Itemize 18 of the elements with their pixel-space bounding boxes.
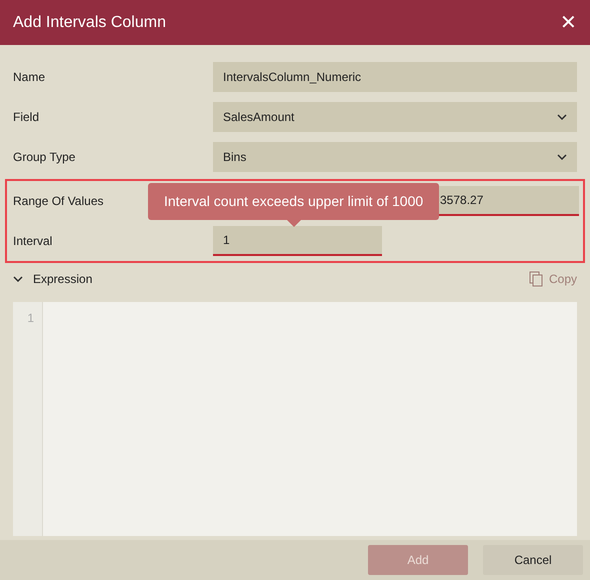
copy-icon — [528, 271, 543, 287]
select-field[interactable]: Bins — [213, 142, 577, 172]
close-button[interactable]: ✕ — [560, 12, 577, 32]
chevron-down-icon — [557, 154, 567, 160]
select-field[interactable]: SalesAmount — [213, 102, 577, 132]
field-label: Group Type — [13, 149, 76, 166]
field-label: Range Of Values — [13, 193, 104, 210]
window-title: Add Intervals Column — [13, 12, 166, 32]
error-tooltip: Interval count exceeds upper limit of 1000 — [148, 183, 440, 220]
field-label: Name — [13, 69, 46, 86]
interval-field[interactable]: 1 — [213, 226, 382, 256]
cancel-button[interactable]: Cancel — [483, 545, 583, 575]
expression-toggle[interactable]: Expression — [13, 270, 92, 288]
chevron-down-icon — [557, 114, 567, 120]
field-label: Interval — [13, 233, 52, 250]
field-label: Field — [13, 109, 40, 126]
line-number: 1 — [27, 310, 34, 326]
name-field[interactable]: IntervalsColumn_Numeric — [213, 62, 577, 92]
